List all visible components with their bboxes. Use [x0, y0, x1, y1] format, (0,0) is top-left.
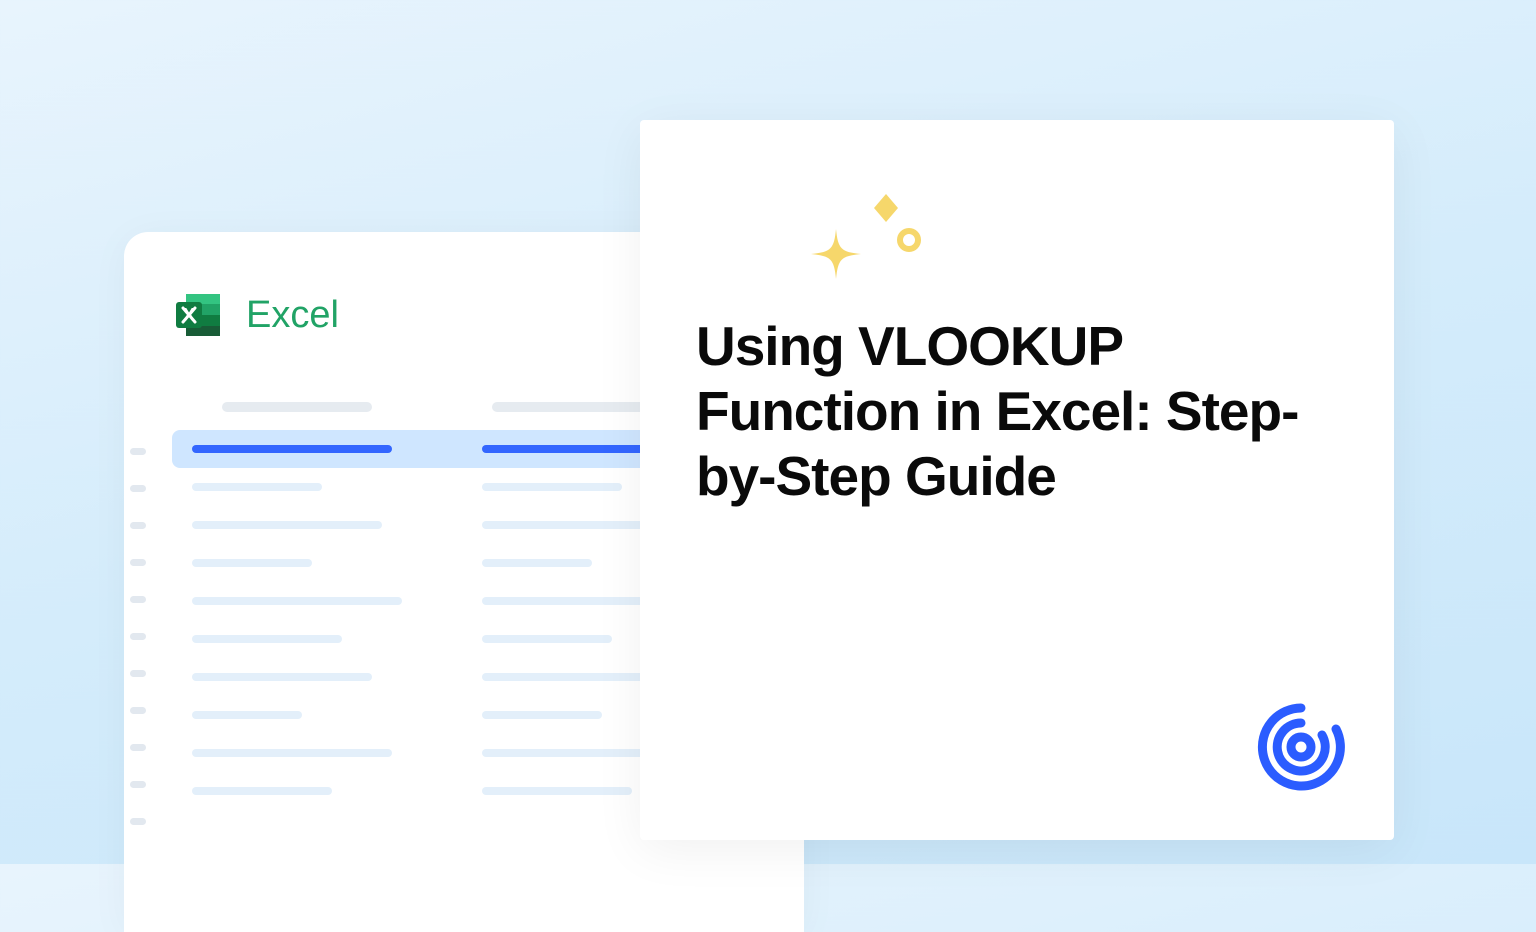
cell-skeleton — [192, 597, 402, 605]
cell-skeleton — [192, 749, 392, 757]
row-tick — [130, 707, 146, 714]
row-tick — [130, 744, 146, 751]
row-tick — [130, 522, 146, 529]
cell-skeleton — [482, 483, 622, 491]
cell-skeleton — [192, 673, 372, 681]
row-tick — [130, 818, 146, 825]
cell-skeleton — [482, 787, 632, 795]
cell-skeleton — [192, 635, 342, 643]
row-tick — [130, 781, 146, 788]
app-name: Excel — [246, 294, 339, 337]
cell-skeleton — [192, 559, 312, 567]
row-tick — [130, 670, 146, 677]
cell-skeleton — [482, 711, 602, 719]
column-header-skeleton — [222, 402, 372, 412]
cell-skeleton — [192, 787, 332, 795]
row-tick — [130, 448, 146, 455]
cell-skeleton — [192, 483, 322, 491]
row-tick — [130, 596, 146, 603]
row-labels — [130, 448, 146, 825]
row-tick — [130, 633, 146, 640]
cell-skeleton — [482, 559, 592, 567]
row-tick — [130, 559, 146, 566]
cell-skeleton — [192, 711, 302, 719]
cell-skeleton — [192, 445, 392, 453]
svg-text:X: X — [183, 305, 195, 325]
excel-icon: X — [172, 288, 226, 342]
column-header-skeleton — [492, 402, 652, 412]
title-card: Using VLOOKUP Function in Excel: Step-by… — [640, 120, 1394, 840]
cell-skeleton — [482, 635, 612, 643]
sparkle-icon — [796, 184, 936, 294]
brand-logo-icon — [1256, 702, 1346, 792]
row-tick — [130, 485, 146, 492]
cell-skeleton — [192, 521, 382, 529]
page-title: Using VLOOKUP Function in Excel: Step-by… — [696, 314, 1338, 509]
